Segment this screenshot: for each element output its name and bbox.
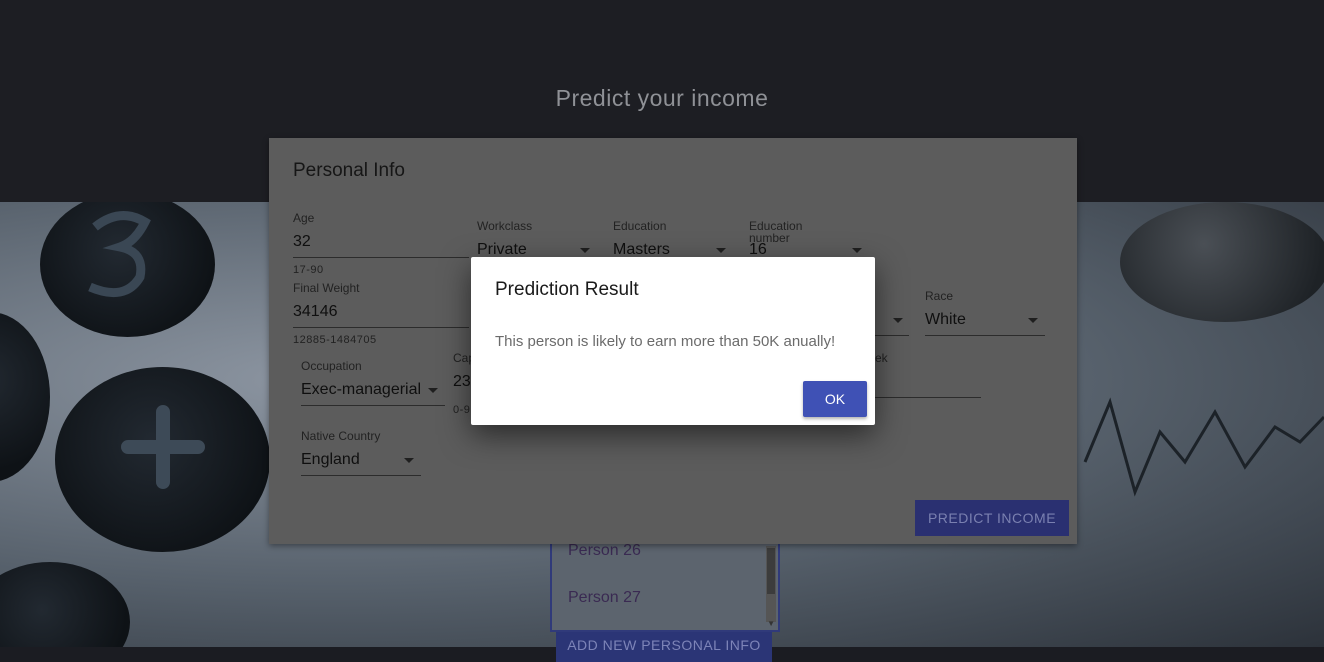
- age-helper: 17-90: [293, 264, 324, 276]
- native-country-label: Native Country: [301, 429, 381, 443]
- age-label: Age: [293, 211, 315, 225]
- select-underline: [875, 335, 909, 336]
- scrollbar-thumb[interactable]: [767, 548, 775, 594]
- final-weight-underline: [293, 327, 469, 328]
- person-list[interactable]: Person 26 Person 27 ▼: [550, 540, 780, 632]
- education-number-select[interactable]: Education number 16: [749, 220, 867, 260]
- final-weight-field[interactable]: Final Weight 34146 12885-1484705: [293, 282, 469, 352]
- list-item[interactable]: Person 26: [568, 542, 641, 560]
- education-label: Education: [613, 219, 667, 233]
- dropdown-caret-icon[interactable]: [716, 248, 726, 253]
- list-item[interactable]: Person 27: [568, 589, 641, 607]
- dropdown-caret-icon[interactable]: [1028, 318, 1038, 323]
- capital-gain-helper: 0-9: [453, 404, 471, 416]
- ok-button[interactable]: OK: [803, 381, 867, 417]
- native-country-select[interactable]: Native Country England: [301, 430, 421, 476]
- add-person-button[interactable]: ADD NEW PERSONAL INFO: [556, 632, 772, 662]
- final-weight-helper: 12885-1484705: [293, 334, 377, 346]
- occupation-label: Occupation: [301, 359, 362, 373]
- final-weight-label: Final Weight: [293, 281, 360, 295]
- final-weight-input[interactable]: 34146: [293, 303, 338, 321]
- predict-income-button[interactable]: PREDICT INCOME: [915, 500, 1069, 536]
- page-title: Predict your income: [555, 85, 769, 111]
- partially-hidden-select[interactable]: [875, 290, 909, 336]
- education-select[interactable]: Education Masters: [613, 220, 731, 260]
- race-underline: [925, 335, 1045, 336]
- occupation-value[interactable]: Exec-managerial: [301, 381, 421, 399]
- card-title: Personal Info: [293, 160, 405, 181]
- scroll-down-arrow-icon[interactable]: ▼: [767, 619, 775, 628]
- age-underline: [293, 257, 469, 258]
- dialog-message: This person is likely to earn more than …: [495, 333, 836, 350]
- dropdown-caret-icon[interactable]: [893, 318, 903, 323]
- race-label: Race: [925, 289, 954, 303]
- dropdown-caret-icon[interactable]: [852, 248, 862, 253]
- prediction-result-dialog: Prediction Result This person is likely …: [471, 257, 875, 425]
- occupation-underline: [301, 405, 445, 406]
- native-country-value[interactable]: England: [301, 451, 360, 469]
- dropdown-caret-icon[interactable]: [404, 458, 414, 463]
- list-scrollbar[interactable]: [766, 546, 776, 622]
- hours-per-week-field[interactable]: ek: [875, 352, 981, 398]
- hours-per-week-label: ek: [875, 351, 888, 365]
- dropdown-caret-icon[interactable]: [428, 388, 438, 393]
- race-select[interactable]: Race White: [925, 290, 1045, 336]
- dropdown-caret-icon[interactable]: [580, 248, 590, 253]
- dialog-title: Prediction Result: [495, 279, 639, 300]
- age-input[interactable]: 32: [293, 233, 311, 251]
- age-field[interactable]: Age 32 17-90: [293, 212, 469, 282]
- occupation-select[interactable]: Occupation Exec-managerial: [301, 360, 445, 406]
- chart-line-glyph: [1083, 397, 1324, 497]
- workclass-label: Workclass: [477, 219, 533, 233]
- plus-glyph: [121, 405, 205, 489]
- hours-per-week-underline: [875, 397, 981, 398]
- race-value[interactable]: White: [925, 311, 966, 329]
- digit-three-glyph: [88, 211, 151, 298]
- capital-gain-input[interactable]: 23: [453, 373, 471, 391]
- workclass-select[interactable]: Workclass Private: [477, 220, 595, 260]
- native-country-underline: [301, 475, 421, 476]
